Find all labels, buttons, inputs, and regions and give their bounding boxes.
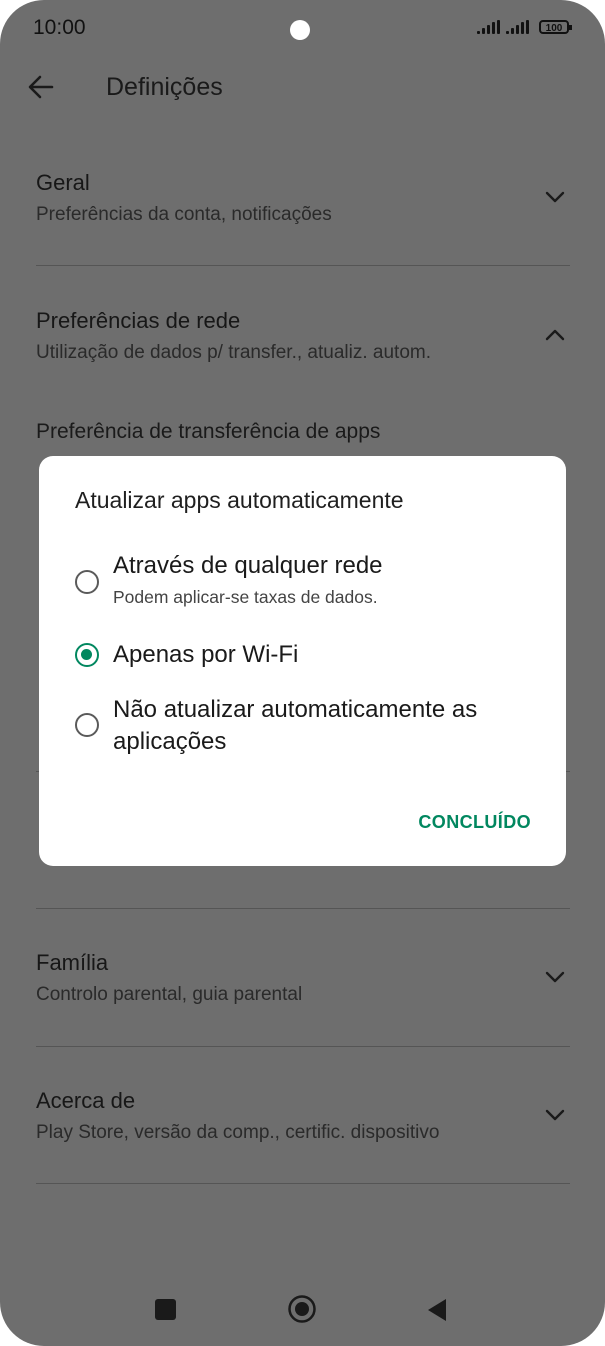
option-label: Apenas por Wi-Fi	[113, 641, 299, 668]
section-subtitle: Preferências da conta, notificações	[36, 204, 332, 225]
section-subtitle: Utilização de dados p/ transfer., atuali…	[36, 342, 431, 363]
divider	[36, 1183, 570, 1184]
section-title: Família	[36, 950, 109, 975]
chevron-down-icon	[545, 1109, 565, 1121]
section-title: Preferências de rede	[36, 308, 241, 333]
section-title: Acerca de	[36, 1088, 136, 1113]
recents-icon[interactable]	[155, 1299, 176, 1320]
section-subtitle: Controlo parental, guia parental	[36, 984, 303, 1005]
chevron-down-icon	[545, 191, 565, 203]
page-title: Definições	[106, 73, 223, 101]
camera-cutout	[290, 20, 310, 40]
section-about[interactable]: Acerca de Play Store, versão da comp., c…	[36, 1088, 570, 1158]
section-geral[interactable]: Geral Preferências da conta, notificaçõe…	[36, 170, 570, 240]
option-label: Através de qualquer rede	[113, 552, 383, 579]
divider	[36, 1046, 570, 1047]
section-subtitle: Play Store, versão da comp., certific. d…	[36, 1122, 440, 1143]
section-network-prefs[interactable]: Preferências de rede Utilização de dados…	[36, 308, 570, 378]
signal-icon	[477, 20, 500, 34]
radio-button[interactable]	[75, 570, 99, 594]
screen: 10:00 100 Definições Geral Preferências …	[0, 0, 605, 1346]
dialog-title: Atualizar apps automaticamente	[75, 487, 404, 513]
chevron-up-icon	[545, 329, 565, 341]
navigation-bar	[0, 1270, 605, 1346]
radio-button[interactable]	[75, 713, 99, 737]
arrow-left-icon[interactable]	[26, 72, 56, 102]
option-subtitle: Podem aplicar-se taxas de dados.	[113, 587, 378, 607]
option-label: Não atualizar automaticamente as aplicaç…	[113, 696, 478, 755]
option-wifi-only[interactable]: Apenas por Wi-Fi	[75, 639, 535, 673]
status-icons: 100	[477, 20, 572, 34]
phone-frame: 10:00 100 Definições Geral Preferências …	[0, 0, 605, 1346]
status-bar: 10:00 100	[0, 0, 605, 56]
section-family[interactable]: Família Controlo parental, guia parental	[36, 950, 570, 1020]
home-icon[interactable]	[287, 1294, 317, 1324]
radio-button-selected[interactable]	[75, 643, 99, 667]
auto-update-dialog: Atualizar apps automaticamente Através d…	[39, 456, 566, 866]
download-preference-item[interactable]: Preferência de transferência de apps	[36, 420, 380, 444]
signal-icon	[506, 20, 529, 34]
option-no-auto-update[interactable]: Não atualizar automaticamente as aplicaç…	[75, 694, 535, 764]
divider	[36, 265, 570, 266]
option-any-network[interactable]: Através de qualquer rede Podem aplicar-s…	[75, 550, 535, 614]
done-button[interactable]: CONCLUÍDO	[418, 812, 531, 833]
battery-icon: 100	[539, 20, 572, 34]
back-triangle-icon[interactable]	[426, 1297, 448, 1323]
status-time: 10:00	[33, 16, 86, 39]
divider	[36, 908, 570, 909]
section-title: Geral	[36, 170, 90, 195]
chevron-down-icon	[545, 971, 565, 983]
app-bar: Definições	[0, 56, 605, 120]
